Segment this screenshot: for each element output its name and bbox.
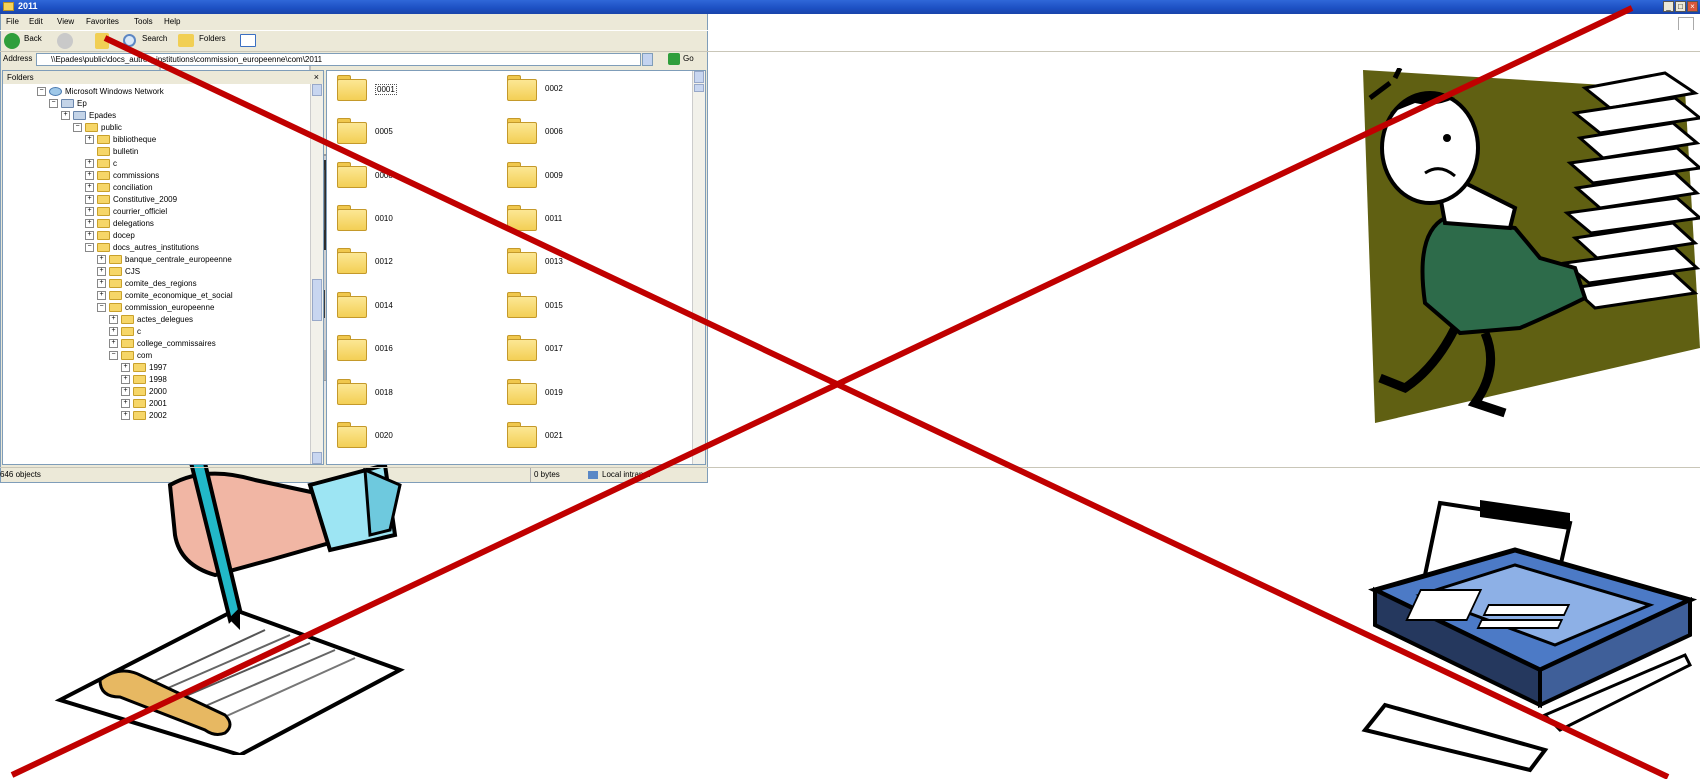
minimize-button[interactable]: _: [1663, 1, 1674, 12]
intranet-icon: [588, 471, 598, 479]
folder-item[interactable]: 0019: [507, 377, 647, 411]
folder-icon: [337, 205, 367, 231]
menu-bar: File Edit View Favorites Tools Help: [0, 15, 1700, 31]
menu-edit[interactable]: Edit: [29, 17, 43, 26]
folder-icon: [337, 118, 367, 144]
go-label: Go: [683, 54, 694, 63]
menu-favorites[interactable]: Favorites: [86, 17, 119, 26]
folders-button[interactable]: Folders: [199, 34, 226, 43]
scroll-down-icon[interactable]: [312, 452, 322, 464]
search-button[interactable]: Search: [142, 34, 167, 43]
scroll-up-icon[interactable]: [312, 84, 322, 96]
scroll-thumb[interactable]: [312, 279, 322, 321]
folder-icon: [337, 379, 367, 405]
forward-arrow-icon[interactable]: [57, 33, 73, 49]
views-icon[interactable]: [240, 34, 256, 47]
folder-item[interactable]: 0008: [337, 160, 477, 194]
folders-pane-header: Folders ×: [3, 71, 323, 84]
close-button[interactable]: ×: [1687, 1, 1698, 12]
maximize-button[interactable]: □: [1675, 1, 1686, 12]
explorer-window: 2011 _ □ × File Edit View Favorites Tool…: [0, 0, 1700, 483]
folder-icon: [507, 335, 537, 361]
title-bar[interactable]: 2011 _ □ ×: [0, 0, 1700, 14]
folders-icon: [178, 34, 194, 47]
content-scrollbar[interactable]: [692, 71, 705, 464]
toolbar: Back Search Folders: [0, 30, 1700, 52]
address-bar: Address \\Epades\public\docs_autres_inst…: [0, 52, 1700, 68]
fax-machine-icon: [1361, 500, 1698, 773]
folder-item[interactable]: 0015: [507, 290, 647, 324]
folder-icon: [337, 248, 367, 274]
folder-icon: [507, 379, 537, 405]
folder-item[interactable]: 0012: [337, 246, 477, 280]
address-dropdown-icon[interactable]: [642, 53, 653, 66]
folder-item[interactable]: 0018: [337, 377, 477, 411]
folder-icon: [507, 162, 537, 188]
scroll-up-icon[interactable]: [694, 71, 704, 83]
menu-view[interactable]: View: [57, 17, 74, 26]
folder-icon: [3, 2, 14, 11]
up-folder-icon[interactable]: [95, 33, 109, 49]
status-bar: 646 objects 0 bytes Local intranet: [0, 467, 1700, 482]
folder-icon: [337, 75, 367, 101]
folder-icon: [507, 422, 537, 448]
status-object-count: 646 objects: [0, 470, 41, 479]
tree-item[interactable]: +2002: [121, 409, 167, 422]
folder-item[interactable]: 0013: [507, 246, 647, 280]
folder-icon: [507, 75, 537, 101]
search-icon: [123, 34, 136, 47]
go-arrow-icon: [668, 53, 680, 65]
folder-item[interactable]: 0005: [337, 116, 477, 150]
menu-help[interactable]: Help: [164, 17, 180, 26]
folder-icon: [507, 248, 537, 274]
folder-item[interactable]: 0021: [507, 420, 647, 454]
folders-pane-title: Folders: [7, 73, 34, 82]
close-pane-button[interactable]: ×: [314, 71, 319, 84]
status-size: 0 bytes: [530, 468, 560, 482]
window-title: 2011: [18, 1, 38, 11]
folder-item[interactable]: 0002: [507, 73, 647, 107]
content-pane: 0001 0002 0005 0006 0008 0009 0010 0011 …: [326, 70, 706, 465]
folder-icon: [337, 422, 367, 448]
back-button[interactable]: Back: [24, 34, 42, 43]
folder-icon: [507, 292, 537, 318]
tree-scrollbar[interactable]: [310, 84, 323, 464]
scroll-thumb[interactable]: [694, 84, 704, 92]
address-input[interactable]: \\Epades\public\docs_autres_institutions…: [36, 53, 641, 66]
folders-pane: Folders × − Microsoft Windows Network − Ep…: [2, 70, 324, 465]
folder-item[interactable]: 0011: [507, 203, 647, 237]
folder-icon: [507, 205, 537, 231]
folder-item[interactable]: 0017: [507, 333, 647, 367]
folder-item[interactable]: 0010: [337, 203, 477, 237]
menu-file[interactable]: File: [6, 17, 19, 26]
folder-item[interactable]: 0020: [337, 420, 477, 454]
folder-item[interactable]: 0009: [507, 160, 647, 194]
folder-item[interactable]: 0016: [337, 333, 477, 367]
folder-item[interactable]: 0006: [507, 116, 647, 150]
go-button[interactable]: Go: [668, 53, 700, 66]
status-zone: Local intranet: [602, 470, 651, 479]
windows-logo-icon: [1678, 17, 1694, 31]
folder-icon: [337, 335, 367, 361]
folder-icon: [507, 118, 537, 144]
address-label: Address: [3, 54, 33, 63]
folder-icon: [337, 162, 367, 188]
folder-icon: [337, 292, 367, 318]
folder-item[interactable]: 0014: [337, 290, 477, 324]
folder-item[interactable]: 0001: [337, 73, 477, 107]
back-arrow-icon: [4, 33, 20, 49]
busy-man-with-papers-icon: [1363, 68, 1700, 423]
menu-tools[interactable]: Tools: [134, 17, 153, 26]
